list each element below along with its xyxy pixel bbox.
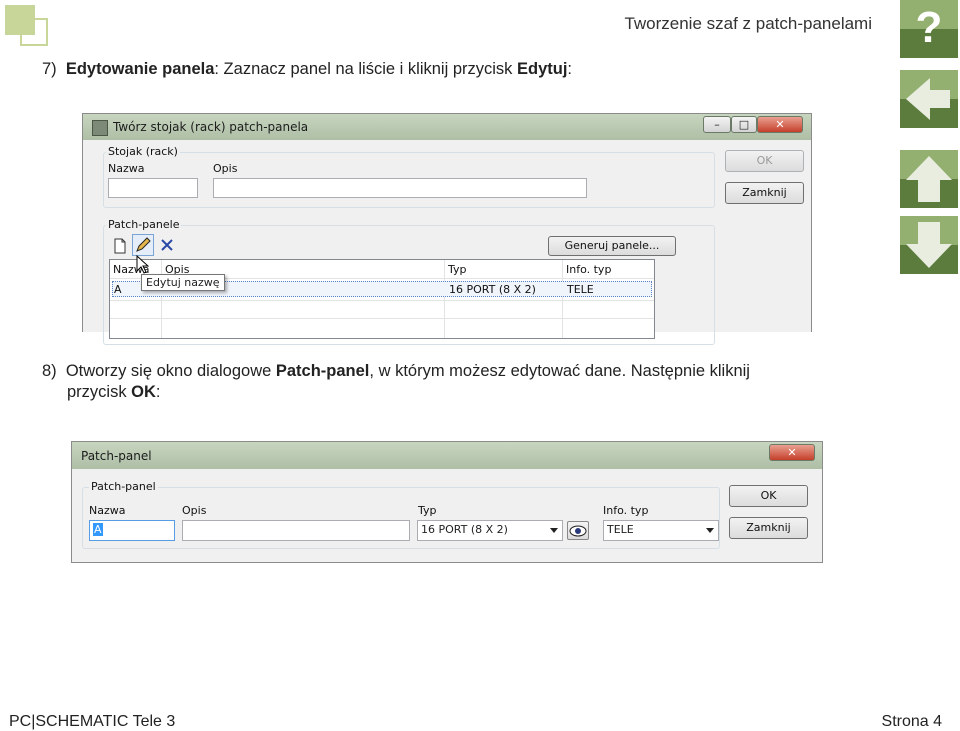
rack-desc-label: Opis [213, 162, 238, 175]
mouse-cursor-icon [136, 255, 150, 274]
desc-input[interactable] [182, 520, 410, 541]
footer-product: PC|SCHEMATIC Tele 3 [9, 713, 176, 730]
patch-panels-group-label: Patch-panele [106, 218, 182, 231]
column-header-info[interactable]: Info. typ [566, 263, 611, 276]
page-header-title: Tworzenie szaf z patch-panelami [624, 14, 872, 33]
type-select-value: 16 PORT (8 X 2) [421, 523, 508, 536]
desc-label: Opis [182, 504, 207, 517]
step-8-text: 8) Otworzy się okno dialogowe Patch-pane… [42, 362, 750, 401]
pencil-icon [136, 237, 151, 252]
name-input[interactable]: A [89, 520, 175, 541]
ok-button[interactable]: OK [729, 485, 808, 507]
arrow-left-icon [906, 78, 950, 120]
delete-icon[interactable] [160, 238, 174, 252]
page-down-button[interactable] [900, 216, 958, 274]
patch-panels-table: Nazwa Opis Typ Info. typ A 16 PORT (8 X … [109, 259, 655, 339]
patch-panel-dialog: Patch-panel ✕ Patch-panel Nazwa Opis Typ… [71, 441, 823, 563]
close-window-button[interactable]: ✕ [757, 116, 803, 133]
close-button[interactable]: Zamknij [725, 182, 804, 204]
footer-page-number: Strona 4 [881, 713, 942, 730]
column-header-type[interactable]: Typ [448, 263, 467, 276]
ok-button[interactable]: OK [725, 150, 804, 172]
patch-panel-dialog-titlebar [72, 442, 822, 469]
rack-name-input[interactable] [108, 178, 198, 198]
minimize-button[interactable]: – [703, 116, 731, 133]
cell-type: 16 PORT (8 X 2) [449, 283, 536, 296]
page-up-button[interactable] [900, 150, 958, 208]
cell-name: A [114, 283, 122, 296]
close-window-button[interactable]: ✕ [769, 444, 815, 461]
arrow-down-icon [906, 222, 952, 268]
arrow-up-icon [906, 156, 952, 202]
rack-group-label: Stojak (rack) [106, 145, 180, 158]
info-type-select[interactable]: TELE [603, 520, 719, 541]
question-mark-icon: ? [915, 3, 943, 52]
cell-info: TELE [567, 283, 594, 296]
info-type-select-value: TELE [607, 523, 634, 536]
type-select[interactable]: 16 PORT (8 X 2) [417, 520, 563, 541]
name-label: Nazwa [89, 504, 126, 517]
patch-panel-group-label: Patch-panel [89, 480, 158, 493]
eye-icon [569, 525, 587, 537]
app-icon [92, 120, 108, 136]
generate-panels-button[interactable]: Generuj panele... [548, 236, 676, 256]
logo-square-outline [20, 18, 48, 46]
chevron-down-icon [706, 528, 714, 533]
close-button[interactable]: Zamknij [729, 517, 808, 539]
rack-dialog-title: Twórz stojak (rack) patch-panela [113, 120, 309, 134]
preview-button[interactable] [567, 521, 589, 540]
maximize-button[interactable]: □ [731, 116, 757, 133]
step-7-text: 7) Edytowanie panela: Zaznacz panel na l… [42, 60, 573, 78]
rack-name-label: Nazwa [108, 162, 145, 175]
chevron-down-icon [550, 528, 558, 533]
back-button[interactable] [900, 70, 958, 128]
patch-panel-dialog-title: Patch-panel [81, 449, 152, 463]
help-button[interactable]: ? [900, 0, 958, 58]
rack-dialog: Twórz stojak (rack) patch-panela – □ ✕ S… [82, 113, 812, 345]
name-value: A [93, 523, 103, 536]
edit-tooltip: Edytuj nazwę [141, 274, 225, 291]
info-type-label: Info. typ [603, 504, 649, 517]
rack-desc-input[interactable] [213, 178, 587, 198]
new-document-icon[interactable] [113, 238, 127, 254]
edit-button[interactable] [132, 234, 154, 256]
type-label: Typ [418, 504, 437, 517]
